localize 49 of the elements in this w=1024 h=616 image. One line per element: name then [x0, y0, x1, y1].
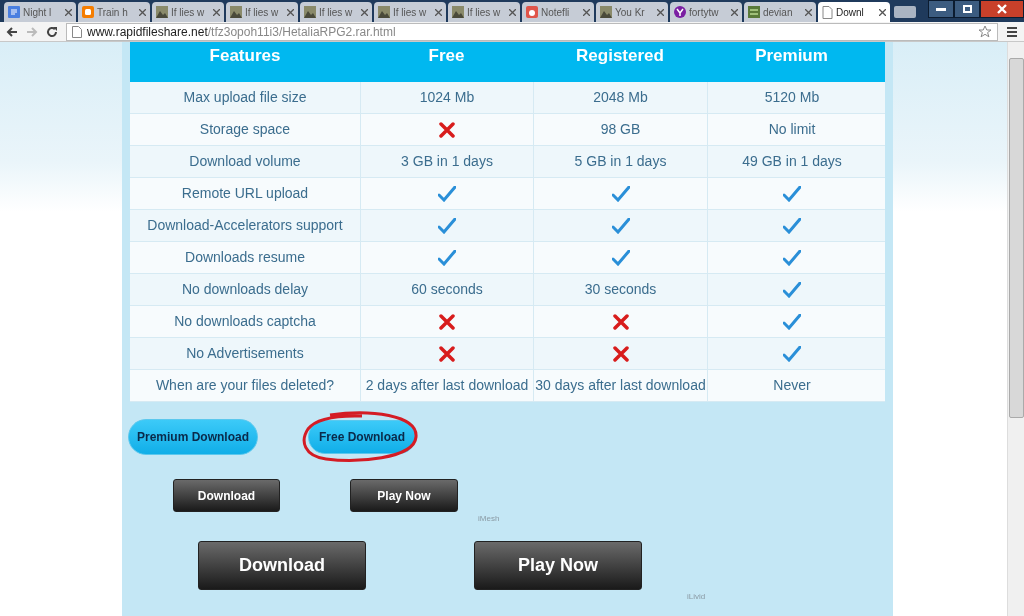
browser-tab[interactable]: Train h — [78, 2, 150, 22]
table-cell-text: 30 seconds — [584, 280, 657, 299]
table-cell-text: 5 GB in 1 days — [574, 152, 667, 171]
download-ad-button[interactable]: Download — [173, 479, 280, 512]
table-cell-text: 1024 Mb — [419, 88, 475, 107]
browser-tab[interactable]: If lies w — [374, 2, 446, 22]
browser-tab[interactable]: fortytw — [670, 2, 742, 22]
table-cell-text: No limit — [768, 120, 816, 139]
browser-tab[interactable]: Night l — [4, 2, 76, 22]
url-text: www.rapidfileshare.net/tfz3opoh11i3/HetaliaRPG2.rar.html — [87, 23, 396, 41]
table-cell-text: When are your files deleted? — [155, 376, 335, 395]
browser-tab[interactable]: If lies w — [226, 2, 298, 22]
column-header: Registered — [576, 45, 664, 67]
sponsor-label: iMesh — [478, 513, 500, 525]
column-header: Features — [209, 45, 281, 67]
table-cell-text: 30 days after last download — [535, 376, 706, 395]
table-cell-text: Download-Accelerators support — [147, 216, 343, 235]
table-cell-text: 5120 Mb — [764, 88, 820, 107]
column-header: Free — [428, 45, 465, 67]
browser-tab[interactable]: Notefli — [522, 2, 594, 22]
table-cell-text: No Advertisements — [186, 344, 304, 363]
address-bar[interactable]: www.rapidfileshare.net/tfz3opoh11i3/HetaliaRPG2.rar.html — [66, 22, 998, 41]
play-now-button[interactable]: Play Now — [350, 479, 458, 512]
table-cell-text: No downloads captcha — [174, 312, 316, 331]
play-now-button[interactable]: Play Now — [474, 541, 642, 590]
table-cell-text: No downloads delay — [181, 280, 309, 299]
column-header: Premium — [755, 45, 828, 67]
sponsor-label: iLivid — [687, 591, 706, 603]
table-cell-text: Download volume — [189, 152, 301, 171]
table-cell-text: 49 GB in 1 days — [742, 152, 842, 171]
premium-download-button[interactable]: Premium Download — [128, 419, 258, 455]
table-cell-text: Downloads resume — [185, 248, 305, 267]
browser-tab[interactable]: Downl — [818, 2, 890, 22]
browser-tab[interactable]: You Kr — [596, 2, 668, 22]
free-download-button[interactable]: Free Download — [308, 420, 416, 454]
browser-tab[interactable]: If lies w — [152, 2, 224, 22]
table-cell-text: 2 days after last download — [365, 376, 529, 395]
browser-tab[interactable]: If lies w — [448, 2, 520, 22]
table-cell-text: 98 GB — [600, 120, 641, 139]
table-cell-text: 3 GB in 1 days — [401, 152, 493, 171]
table-cell-text: 2048 Mb — [593, 88, 648, 107]
table-cell-text: 60 seconds — [411, 280, 483, 299]
table-cell-text: Max upload file size — [183, 88, 307, 107]
browser-tab[interactable]: devian — [744, 2, 816, 22]
table-cell-text: Remote URL upload — [181, 184, 309, 203]
download-ad-button[interactable]: Download — [198, 541, 366, 590]
table-cell-text: Storage space — [199, 120, 291, 139]
browser-tab[interactable]: If lies w — [300, 2, 372, 22]
table-cell-text: Never — [773, 376, 811, 395]
